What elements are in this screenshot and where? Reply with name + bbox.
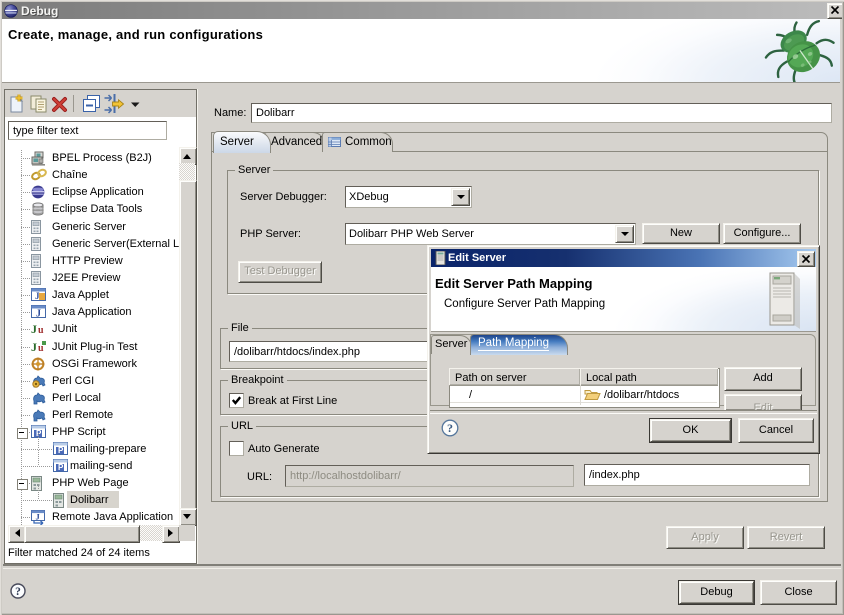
svg-text:?: ? [447, 421, 453, 435]
svg-text:J: J [36, 309, 41, 319]
svg-text:u: u [38, 325, 44, 335]
svg-text:P: P [58, 446, 64, 455]
svg-text:J: J [31, 322, 37, 335]
svg-text:P: P [58, 463, 64, 472]
svg-text:J: J [35, 291, 40, 301]
svg-text:P: P [36, 429, 42, 438]
svg-text:J: J [31, 340, 37, 353]
svg-text:?: ? [15, 586, 21, 598]
